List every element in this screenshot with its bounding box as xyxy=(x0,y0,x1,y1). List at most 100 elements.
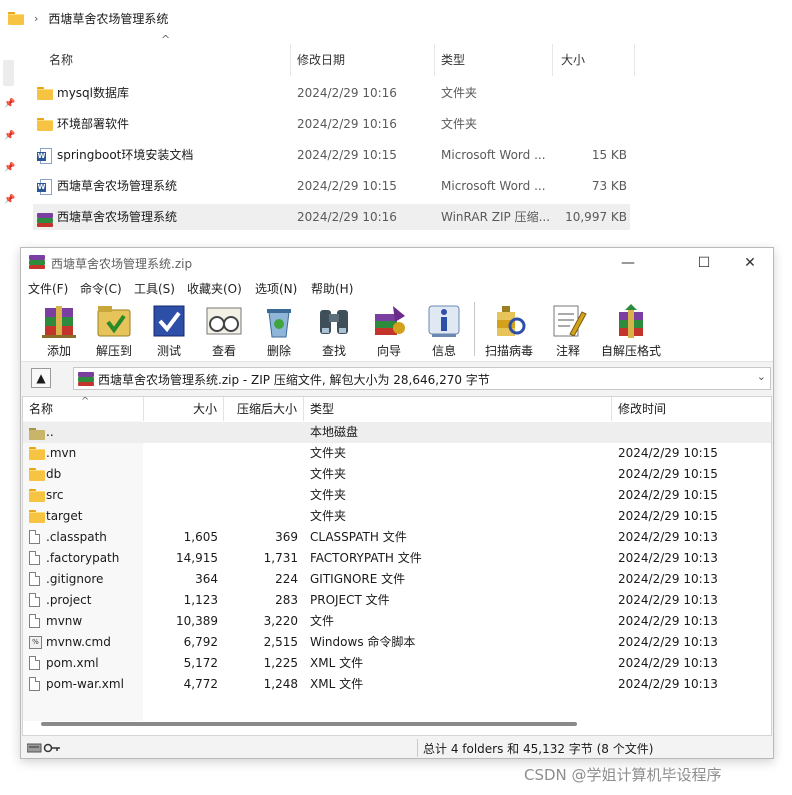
table-row[interactable]: .project 1,123 283 PROJECT 文件 2024/2/29 10:1… xyxy=(23,590,771,611)
script-file-icon: % xyxy=(29,636,42,649)
entry-type: Windows 命令脚本 xyxy=(310,635,416,649)
delete-button[interactable]: 删除 xyxy=(249,300,309,360)
entry-size: 6,792 xyxy=(183,635,218,649)
window-title: 西塘草舍农场管理系统.zip xyxy=(51,257,193,271)
info-button[interactable]: 信息 xyxy=(414,300,474,360)
info-icon xyxy=(428,305,460,337)
item-type: 文件夹 xyxy=(441,86,478,100)
entry-size: 14,915 xyxy=(176,551,218,565)
table-row[interactable]: .. 本地磁盘 xyxy=(23,422,771,443)
entry-modified: 2024/2/29 10:13 xyxy=(618,614,718,628)
table-row[interactable]: .factorypath 14,915 1,731 FACTORYPATH 文件 202… xyxy=(23,548,771,569)
item-size: 73 KB xyxy=(591,179,627,193)
entry-type: FACTORYPATH 文件 xyxy=(310,551,422,565)
list-item[interactable]: 西塘草舍农场管理系统 2024/2/29 10:16 WinRAR ZIP 压缩..… xyxy=(33,204,630,230)
entry-name: .. xyxy=(46,425,54,439)
table-row[interactable]: mvnw 10,389 3,220 文件 2024/2/29 10:13 xyxy=(23,611,771,632)
path-dropdown[interactable]: 西塘草舍农场管理系统.zip - ZIP 压缩文件, 解包大小为 28,646,… xyxy=(73,367,771,390)
table-row[interactable]: pom.xml 5,172 1,225 XML 文件 2024/2/29 10:13 xyxy=(23,653,771,674)
table-row[interactable]: src 文件夹 2024/2/29 10:15 xyxy=(23,485,771,506)
list-item[interactable]: 环境部署软件 2024/2/29 10:16 文件夹 xyxy=(33,111,630,137)
menu-favorites[interactable]: 收藏夹(O) xyxy=(187,280,242,297)
entry-packed-size: 2,515 xyxy=(263,635,298,649)
recycle-bin-icon xyxy=(267,309,291,338)
table-row[interactable]: pom-war.xml 4,772 1,248 XML 文件 2024/2/29 10:… xyxy=(23,674,771,695)
entry-type: 文件夹 xyxy=(310,509,347,523)
column-date[interactable]: 修改日期 xyxy=(291,44,435,76)
file-icon xyxy=(29,551,40,565)
table-row[interactable]: .mvn 文件夹 2024/2/29 10:15 xyxy=(23,443,771,464)
table-row[interactable]: .gitignore 364 224 GITIGNORE 文件 2024/2/29 10… xyxy=(23,569,771,590)
pin-icon[interactable]: 📌 xyxy=(4,100,15,109)
horizontal-scrollbar[interactable] xyxy=(41,722,577,726)
table-row[interactable]: target 文件夹 2024/2/29 10:15 xyxy=(23,506,771,527)
item-type: 文件夹 xyxy=(441,117,478,131)
column-name[interactable]: 名称 ^ xyxy=(23,397,144,421)
column-type[interactable]: 类型 xyxy=(304,397,612,421)
status-divider xyxy=(417,739,418,757)
menu-tools[interactable]: 工具(S) xyxy=(134,280,175,297)
entry-size: 4,772 xyxy=(183,677,218,691)
scan-virus-button[interactable]: 扫描病毒 xyxy=(479,300,539,360)
column-name[interactable]: 名称 xyxy=(33,44,291,76)
menu-file[interactable]: 文件(F) xyxy=(28,280,68,297)
address-bar: ▲ 西塘草舍农场管理系统.zip - ZIP 压缩文件, 解包大小为 28,64… xyxy=(21,364,773,392)
pin-icon[interactable]: 📌 xyxy=(4,196,15,205)
entry-packed-size: 369 xyxy=(275,530,298,544)
folder-icon xyxy=(29,510,45,523)
file-icon xyxy=(29,614,40,628)
table-row[interactable]: % mvnw.cmd 6,792 2,515 Windows 命令脚本 2024/2/29… xyxy=(23,632,771,653)
word-doc-icon: W xyxy=(37,148,52,164)
item-type: WinRAR ZIP 压缩... xyxy=(441,210,551,224)
entry-type: XML 文件 xyxy=(310,656,364,670)
list-item[interactable]: Wspringboot环境安装文档 2024/2/29 10:15 Microsof… xyxy=(33,142,630,168)
maximize-button[interactable]: ☐ xyxy=(681,248,727,278)
pin-icon[interactable]: 📌 xyxy=(4,132,15,141)
column-type[interactable]: 类型 xyxy=(435,44,553,76)
item-type: Microsoft Word ... xyxy=(441,148,546,162)
close-button[interactable]: ✕ xyxy=(727,248,773,278)
file-icon xyxy=(29,572,40,586)
sfx-button[interactable]: 自解压格式 xyxy=(599,300,663,360)
entry-packed-size: 1,248 xyxy=(263,677,298,691)
archive-path-text: 西塘草舍农场管理系统.zip - ZIP 压缩文件, 解包大小为 28,646,… xyxy=(98,373,490,387)
minimize-button[interactable]: — xyxy=(605,248,651,278)
entry-name: mvnw xyxy=(46,614,83,628)
entry-name: .factorypath xyxy=(46,551,120,565)
find-button[interactable]: 查找 xyxy=(304,300,364,360)
menu-commands[interactable]: 命令(C) xyxy=(80,280,122,297)
menu-help[interactable]: 帮助(H) xyxy=(311,280,353,297)
drive-key-icon[interactable] xyxy=(26,742,61,757)
table-row[interactable]: db 文件夹 2024/2/29 10:15 xyxy=(23,464,771,485)
list-item[interactable]: W 西塘草舍农场管理系统 2024/2/29 10:15 Microsoft Word… xyxy=(33,173,630,199)
test-button[interactable]: 测试 xyxy=(139,300,199,360)
item-name: 环境部署软件 xyxy=(57,117,130,131)
entry-size: 364 xyxy=(195,572,218,586)
extract-to-button[interactable]: 解压到 xyxy=(84,300,144,360)
column-size[interactable]: 大小 xyxy=(553,44,635,76)
folder-icon xyxy=(29,447,45,460)
list-item[interactable]: mysql数据库 2024/2/29 10:16 文件夹 xyxy=(33,80,630,106)
title-bar[interactable]: 西塘草舍农场管理系统.zip — ☐ ✕ xyxy=(21,248,773,278)
up-one-level-button[interactable]: ▲ xyxy=(31,368,51,388)
column-packed-size[interactable]: 压缩后大小 xyxy=(224,397,304,421)
chevron-down-icon[interactable]: ⌄ xyxy=(757,370,766,383)
arrow-up-icon: ▲ xyxy=(36,371,46,385)
comment-button[interactable]: 注释 xyxy=(538,300,598,360)
pin-icon[interactable]: 📌 xyxy=(4,164,15,173)
menu-options[interactable]: 选项(N) xyxy=(255,280,297,297)
item-date: 2024/2/29 10:16 xyxy=(297,86,397,100)
breadcrumb-item[interactable]: 西塘草舍农场管理系统 xyxy=(48,10,168,27)
column-modified[interactable]: 修改时间 xyxy=(612,397,771,421)
add-button[interactable]: 添加 xyxy=(29,300,89,360)
folder-icon xyxy=(8,12,24,25)
entry-modified: 2024/2/29 10:15 xyxy=(618,509,718,523)
view-button[interactable]: 查看 xyxy=(194,300,254,360)
nav-pane-handle[interactable] xyxy=(3,60,14,86)
test-checkmark-icon xyxy=(153,305,185,337)
wizard-button[interactable]: 向导 xyxy=(359,300,419,360)
column-size[interactable]: 大小 xyxy=(144,397,224,421)
watermark: CSDN @学姐计算机毕设程序 xyxy=(524,766,722,784)
entry-name: mvnw.cmd xyxy=(46,635,111,649)
table-row[interactable]: .classpath 1,605 369 CLASSPATH 文件 2024/2/29 … xyxy=(23,527,771,548)
